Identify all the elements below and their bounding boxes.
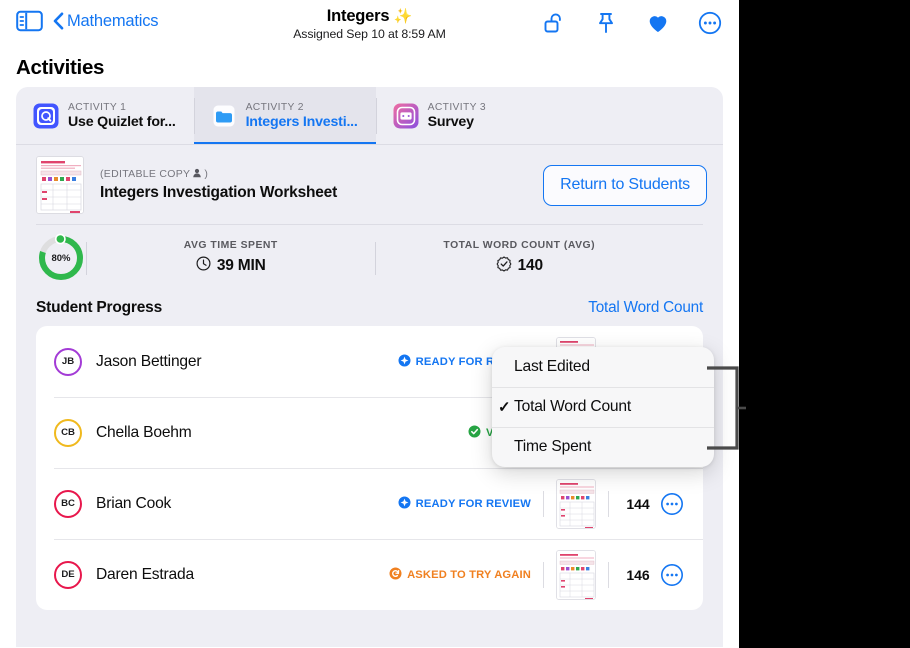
menu-item-label: Time Spent [514,438,591,456]
completion-ring: 80% [36,233,86,283]
worksheet-thumbnail[interactable] [36,156,84,214]
worksheet-title: Integers Investigation Worksheet [100,184,543,202]
worksheet-kicker-end: ) [204,168,208,180]
row-divider [608,562,609,588]
pin-icon[interactable] [594,11,618,35]
student-name: Brian Cook [96,495,398,513]
row-more-icon[interactable] [660,492,684,516]
avatar: CB [54,419,82,447]
tab-label: Integers Investi... [246,114,358,131]
try-again-icon [389,567,402,583]
student-progress-title: Student Progress [36,299,162,317]
nav-actions-group [542,11,722,35]
tab-activity-1-text: ACTIVITY 1 Use Quizlet for... [68,101,176,131]
stat-label: AVG TIME SPENT [87,240,375,251]
ready-icon [398,354,411,370]
row-divider [543,562,544,588]
menu-item-label: Total Word Count [514,398,631,416]
stat-value: 39 MIN [217,257,266,275]
return-to-students-button[interactable]: Return to Students [543,165,707,206]
status-badge: ASKED TO TRY AGAIN [389,567,531,583]
chevron-left-icon [53,12,64,30]
student-name: Jason Bettinger [96,353,398,371]
student-progress-header: Student Progress Total Word Count [16,291,723,326]
tab-activity-1[interactable]: ACTIVITY 1 Use Quizlet for... [16,87,194,145]
tab-label: Survey [428,114,486,131]
menu-item-label: Last Edited [514,358,590,376]
assignment-title: Integers [327,7,390,25]
app-window: Mathematics Integers ✨ Assigned Sep 10 a… [0,0,739,648]
submission-thumbnail[interactable] [556,550,596,600]
status-text: READY FOR REVIEW [416,498,531,510]
tab-activity-2[interactable]: ACTIVITY 2 Integers Investi... [194,87,376,145]
table-row[interactable]: DE Daren Estrada ASKED TO TRY AGAIN [36,539,703,610]
menu-item-total-word-count[interactable]: ✓ Total Word Count [492,387,714,427]
clock-icon [196,256,211,276]
tab-activity-3-text: ACTIVITY 3 Survey [428,101,486,131]
activity-tabs: ACTIVITY 1 Use Quizlet for... ACTIVITY 2… [16,87,723,145]
stat-value: 140 [518,257,543,275]
worksheet-kicker-text: (EDITABLE COPY [100,168,190,180]
top-navigation-bar: Mathematics Integers ✨ Assigned Sep 10 a… [0,0,739,48]
menu-item-time-spent[interactable]: Time Spent [492,427,714,467]
stat-value-row: 39 MIN [87,256,375,276]
stat-label: TOTAL WORD COUNT (AVG) [376,240,664,251]
back-button[interactable]: Mathematics [53,12,158,31]
nav-left-group: Mathematics [16,10,158,32]
tab-kicker: ACTIVITY 2 [246,101,358,114]
menu-item-last-edited[interactable]: Last Edited [492,347,714,387]
more-circle-icon[interactable] [698,11,722,35]
tab-kicker: ACTIVITY 3 [428,101,486,114]
sort-dropdown-menu: Last Edited ✓ Total Word Count Time Spen… [492,347,714,467]
callout-bracket [705,360,755,465]
person-icon [192,168,202,180]
avatar: BC [54,490,82,518]
word-count-value: 144 [621,496,655,512]
stat-avg-time-spent: AVG TIME SPENT 39 MIN [87,240,375,276]
folder-icon [211,103,237,129]
stat-value-row: 140 [376,256,664,277]
page-title: Activities [0,48,739,87]
checkmark-icon: ✓ [498,398,510,416]
tab-kicker: ACTIVITY 1 [68,101,176,114]
sparkle-icon: ✨ [394,8,412,25]
completion-percent: 80% [36,233,86,283]
avatar: DE [54,561,82,589]
avatar: JB [54,348,82,376]
submission-thumbnail[interactable] [556,479,596,529]
unlock-icon[interactable] [542,11,566,35]
tab-activity-3[interactable]: ACTIVITY 3 Survey [376,87,504,145]
status-badge: READY FOR REVIEW [398,496,531,512]
viewed-check-icon [468,425,481,441]
table-row[interactable]: BC Brian Cook READY FOR REVIEW [36,468,703,539]
student-name: Chella Boehm [96,424,468,442]
quizlet-icon [33,103,59,129]
sort-selector-button[interactable]: Total Word Count [588,299,703,317]
heart-icon[interactable] [646,11,670,35]
back-button-label: Mathematics [67,12,158,31]
word-count-icon [496,256,512,277]
ready-icon [398,496,411,512]
worksheet-header: (EDITABLE COPY ) Integers Investigation … [16,145,723,224]
word-count-value: 146 [621,567,655,583]
tab-label: Use Quizlet for... [68,114,176,131]
status-text: ASKED TO TRY AGAIN [407,569,531,581]
worksheet-meta: (EDITABLE COPY ) Integers Investigation … [100,168,543,202]
tab-activity-2-text: ACTIVITY 2 Integers Investi... [246,101,358,131]
student-name: Daren Estrada [96,566,389,584]
row-divider [608,491,609,517]
stats-row: 80% AVG TIME SPENT 39 MIN TOTAL WORD [16,225,723,291]
stat-total-word-count: TOTAL WORD COUNT (AVG) 140 [376,240,664,277]
survey-icon [393,103,419,129]
row-divider [543,491,544,517]
row-more-icon[interactable] [660,563,684,587]
sidebar-toggle-icon[interactable] [16,10,43,32]
worksheet-kicker: (EDITABLE COPY ) [100,168,543,180]
